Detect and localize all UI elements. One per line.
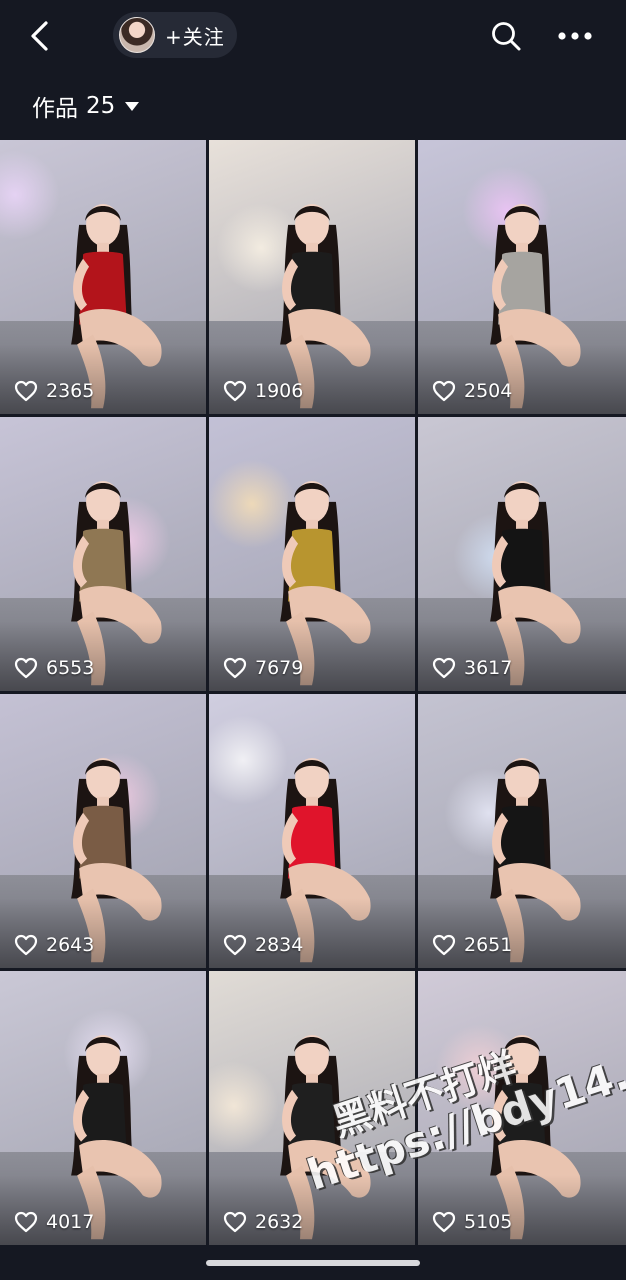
video-tile[interactable]: 2504 xyxy=(418,140,626,414)
like-count: 2834 xyxy=(255,934,304,956)
like-count: 5105 xyxy=(464,1211,513,1233)
like-count: 4017 xyxy=(46,1211,95,1233)
like-stat: 7679 xyxy=(223,657,303,679)
caret-down-icon xyxy=(125,101,140,111)
search-button[interactable] xyxy=(488,16,524,56)
video-tile[interactable]: 2651 xyxy=(418,694,626,968)
avatar[interactable] xyxy=(119,17,155,53)
search-icon xyxy=(492,22,521,51)
heart-icon xyxy=(432,934,456,956)
like-stat: 2651 xyxy=(432,934,512,956)
like-stat: 6553 xyxy=(14,657,94,679)
more-button[interactable] xyxy=(554,16,596,56)
like-count: 2632 xyxy=(255,1211,304,1233)
bottom-shade xyxy=(0,344,206,414)
like-count: 7679 xyxy=(255,657,304,679)
bottom-shade xyxy=(0,898,206,968)
video-tile[interactable]: 2834 xyxy=(209,694,415,968)
follow-label: +关注 xyxy=(165,24,225,49)
heart-icon xyxy=(432,1211,456,1233)
bottom-shade xyxy=(418,898,626,968)
heart-icon xyxy=(223,657,247,679)
like-count: 1906 xyxy=(255,380,304,402)
video-tile[interactable]: 2365 xyxy=(0,140,206,414)
works-count: 25 xyxy=(86,93,116,119)
heart-icon xyxy=(14,380,38,402)
like-count: 3617 xyxy=(464,657,513,679)
like-count: 2643 xyxy=(46,934,95,956)
video-tile[interactable]: 7679 xyxy=(209,417,415,691)
like-stat: 5105 xyxy=(432,1211,512,1233)
like-stat: 2632 xyxy=(223,1211,303,1233)
works-header: 作品 25 xyxy=(0,72,626,138)
video-tile[interactable]: 6553 xyxy=(0,417,206,691)
bottom-shade xyxy=(418,621,626,691)
like-count: 2504 xyxy=(464,380,513,402)
heart-icon xyxy=(223,1211,247,1233)
video-tile[interactable]: 3617 xyxy=(418,417,626,691)
bottom-shade xyxy=(0,621,206,691)
heart-icon xyxy=(432,380,456,402)
bottom-shade xyxy=(209,621,415,691)
video-tile[interactable]: 2643 xyxy=(0,694,206,968)
heart-icon xyxy=(14,934,38,956)
bottom-shade xyxy=(209,344,415,414)
bottom-shade xyxy=(209,898,415,968)
home-indicator[interactable] xyxy=(206,1260,420,1266)
back-button[interactable] xyxy=(22,16,58,56)
follow-button[interactable]: +关注 xyxy=(113,12,237,58)
bottom-shade xyxy=(0,1175,206,1245)
video-tile[interactable]: 1906 xyxy=(209,140,415,414)
like-stat: 2834 xyxy=(223,934,303,956)
heart-icon xyxy=(14,657,38,679)
heart-icon xyxy=(14,1211,38,1233)
more-horizontal-icon xyxy=(558,32,592,40)
like-stat: 3617 xyxy=(432,657,512,679)
video-tile[interactable]: 4017 xyxy=(0,971,206,1245)
like-stat: 4017 xyxy=(14,1211,94,1233)
like-stat: 2504 xyxy=(432,380,512,402)
like-count: 6553 xyxy=(46,657,95,679)
chevron-left-icon xyxy=(31,21,48,51)
like-stat: 1906 xyxy=(223,380,303,402)
bottom-shade xyxy=(418,1175,626,1245)
heart-icon xyxy=(223,380,247,402)
like-count: 2651 xyxy=(464,934,513,956)
like-stat: 2643 xyxy=(14,934,94,956)
bottom-shade xyxy=(418,344,626,414)
heart-icon xyxy=(223,934,247,956)
top-bar: +关注 xyxy=(0,0,626,72)
works-dropdown[interactable]: 作品 25 xyxy=(32,88,140,124)
heart-icon xyxy=(432,657,456,679)
like-count: 2365 xyxy=(46,380,95,402)
works-label: 作品 xyxy=(32,96,78,122)
like-stat: 2365 xyxy=(14,380,94,402)
